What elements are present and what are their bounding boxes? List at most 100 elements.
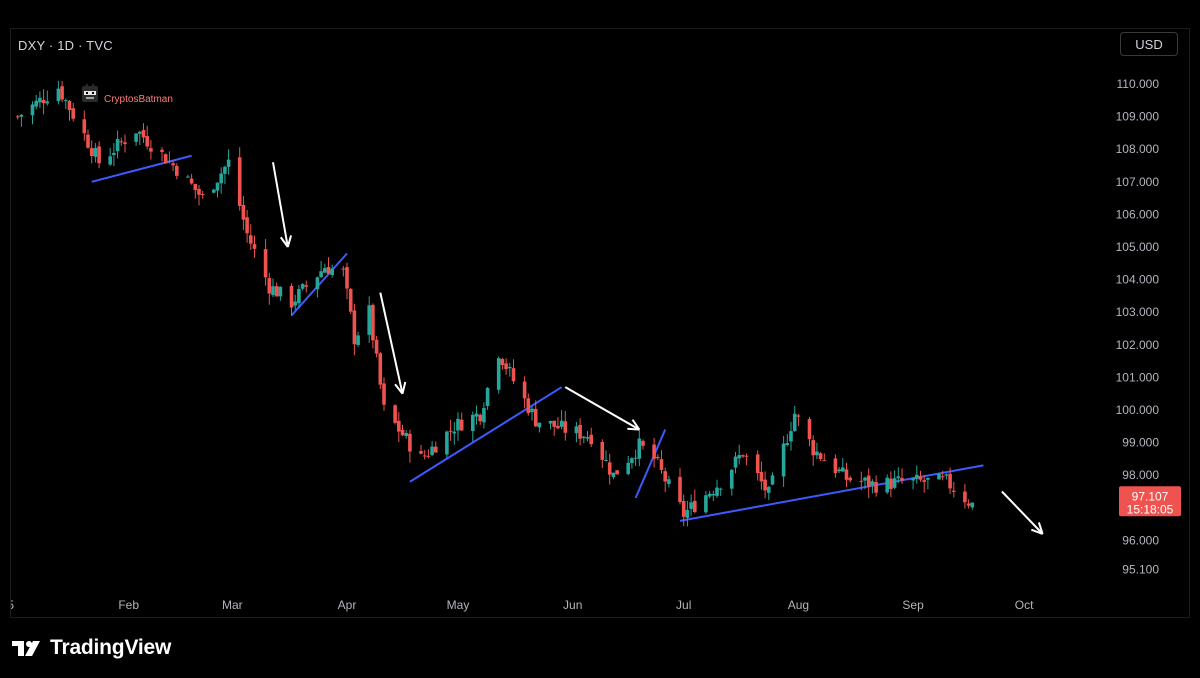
candle[interactable] bbox=[837, 466, 841, 473]
candle[interactable] bbox=[822, 453, 827, 462]
trendline[interactable] bbox=[679, 464, 984, 522]
candle[interactable] bbox=[770, 472, 775, 486]
candle[interactable] bbox=[108, 147, 112, 167]
candle[interactable] bbox=[426, 449, 431, 459]
candle[interactable] bbox=[789, 421, 793, 451]
candle[interactable] bbox=[600, 439, 605, 469]
candle[interactable] bbox=[67, 99, 72, 121]
candle[interactable] bbox=[811, 435, 815, 466]
candle[interactable] bbox=[633, 449, 638, 466]
candle[interactable] bbox=[637, 428, 642, 467]
candle[interactable] bbox=[71, 102, 75, 122]
candle[interactable] bbox=[123, 134, 127, 153]
candle[interactable] bbox=[45, 90, 50, 106]
candle[interactable] bbox=[866, 468, 871, 499]
candle[interactable] bbox=[315, 276, 320, 298]
candle[interactable] bbox=[944, 473, 949, 480]
candlestick-chart[interactable]: 110.000 109.000 108.000 107.000 106.000 105.0… bbox=[11, 29, 1191, 619]
candle[interactable] bbox=[678, 468, 682, 505]
candle[interactable] bbox=[744, 453, 749, 466]
candle[interactable] bbox=[237, 147, 242, 211]
candle[interactable] bbox=[844, 462, 849, 488]
candle[interactable] bbox=[874, 475, 878, 497]
candle[interactable] bbox=[445, 430, 449, 459]
candle[interactable] bbox=[918, 470, 923, 482]
candle[interactable] bbox=[141, 123, 146, 143]
candle[interactable] bbox=[212, 188, 216, 194]
candle[interactable] bbox=[400, 424, 405, 437]
candle[interactable] bbox=[711, 490, 716, 501]
candle[interactable] bbox=[163, 153, 168, 164]
candle[interactable] bbox=[626, 455, 630, 476]
candle[interactable] bbox=[60, 81, 64, 103]
chart-panel[interactable]: 110.000 109.000 108.000 107.000 106.000 105.0… bbox=[10, 28, 1190, 618]
currency-button[interactable]: USD bbox=[1120, 32, 1178, 56]
candle[interactable] bbox=[448, 419, 453, 441]
candle[interactable] bbox=[848, 475, 852, 483]
candle[interactable] bbox=[278, 286, 283, 301]
candle[interactable] bbox=[456, 412, 460, 441]
candle[interactable] bbox=[38, 91, 42, 108]
candle[interactable] bbox=[792, 406, 797, 433]
candle[interactable] bbox=[64, 98, 68, 110]
candle[interactable] bbox=[93, 143, 98, 163]
candle[interactable] bbox=[434, 441, 438, 453]
candle[interactable] bbox=[200, 190, 205, 199]
candle[interactable] bbox=[186, 174, 190, 178]
candle[interactable] bbox=[681, 494, 686, 527]
candle[interactable] bbox=[271, 278, 275, 298]
candle[interactable] bbox=[215, 182, 220, 198]
candle[interactable] bbox=[293, 294, 297, 311]
candle[interactable] bbox=[663, 467, 667, 493]
candle[interactable] bbox=[763, 471, 767, 499]
candle[interactable] bbox=[915, 465, 919, 484]
trendline[interactable] bbox=[409, 386, 563, 483]
candle[interactable] bbox=[500, 357, 505, 370]
candle[interactable] bbox=[30, 101, 35, 125]
candle[interactable] bbox=[585, 431, 590, 442]
candle[interactable] bbox=[378, 351, 383, 390]
candle[interactable] bbox=[167, 151, 172, 164]
candle[interactable] bbox=[348, 287, 353, 315]
candle[interactable] bbox=[323, 263, 327, 273]
candle[interactable] bbox=[404, 430, 408, 439]
candle[interactable] bbox=[715, 479, 719, 498]
candle[interactable] bbox=[223, 165, 227, 185]
candle[interactable] bbox=[89, 140, 94, 164]
candle[interactable] bbox=[485, 387, 490, 410]
arrow-annotation[interactable] bbox=[1001, 490, 1044, 535]
candle[interactable] bbox=[641, 439, 645, 450]
candle[interactable] bbox=[582, 435, 586, 444]
candle[interactable] bbox=[952, 481, 956, 498]
trendline[interactable] bbox=[290, 252, 348, 317]
candle[interactable] bbox=[267, 272, 272, 305]
candle[interactable] bbox=[193, 183, 198, 199]
candle[interactable] bbox=[563, 410, 568, 441]
candle[interactable] bbox=[652, 437, 656, 468]
candle[interactable] bbox=[474, 405, 479, 425]
candle[interactable] bbox=[219, 167, 223, 194]
candle[interactable] bbox=[685, 500, 690, 527]
candle[interactable] bbox=[548, 420, 553, 430]
candle[interactable] bbox=[115, 130, 120, 159]
candle[interactable] bbox=[511, 359, 516, 385]
candle[interactable] bbox=[796, 413, 801, 426]
candle[interactable] bbox=[574, 421, 579, 443]
candle[interactable] bbox=[471, 411, 475, 442]
candle[interactable] bbox=[430, 441, 434, 457]
candle[interactable] bbox=[755, 450, 760, 481]
candle[interactable] bbox=[911, 477, 915, 490]
candle[interactable] bbox=[119, 137, 124, 146]
candle[interactable] bbox=[226, 149, 231, 175]
candle[interactable] bbox=[34, 95, 38, 110]
candle[interactable] bbox=[393, 404, 397, 425]
candle[interactable] bbox=[134, 133, 138, 146]
candle[interactable] bbox=[966, 499, 971, 509]
candle[interactable] bbox=[508, 362, 512, 377]
candle[interactable] bbox=[807, 416, 812, 447]
candle[interactable] bbox=[241, 195, 246, 231]
candle[interactable] bbox=[926, 477, 930, 490]
candle[interactable] bbox=[526, 393, 531, 416]
candle[interactable] bbox=[345, 262, 349, 300]
candle[interactable] bbox=[371, 303, 375, 349]
